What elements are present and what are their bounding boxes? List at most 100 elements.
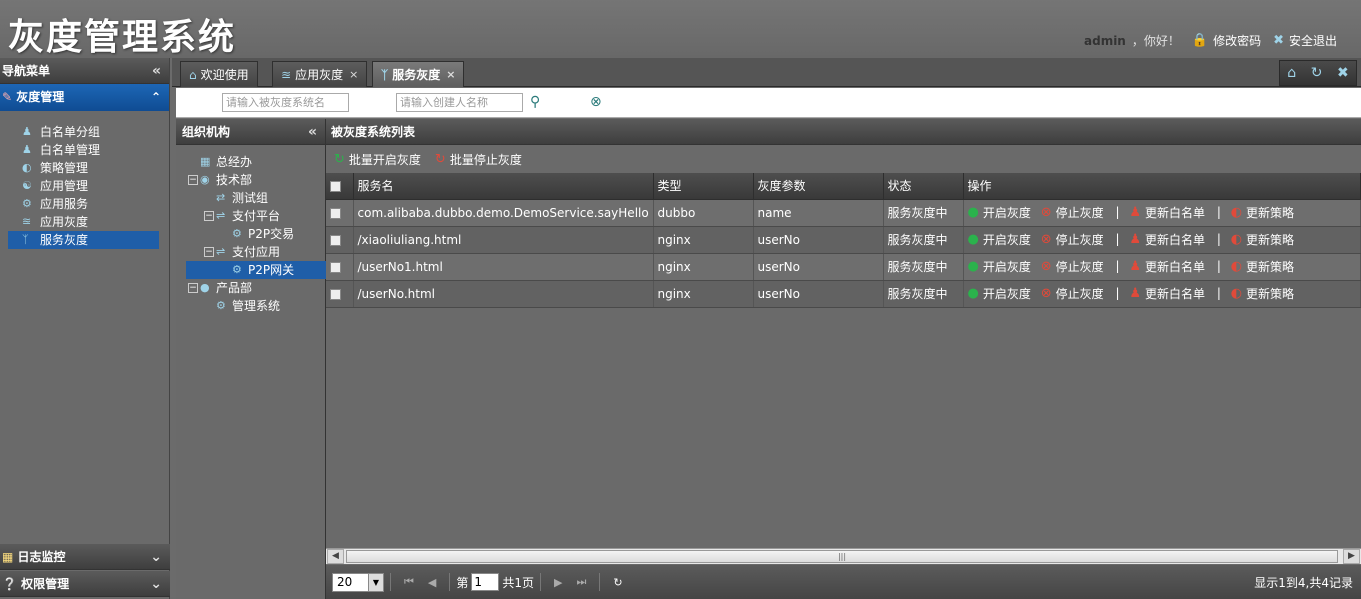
horizontal-scrollbar[interactable]: ◀ ||| ▶ xyxy=(326,548,1361,564)
divider xyxy=(599,573,601,591)
stop-gray-link[interactable]: ⊗ 停止灰度 xyxy=(1041,231,1104,248)
scroll-thumb[interactable]: ||| xyxy=(346,550,1338,563)
change-password-link[interactable]: 🔒 修改密码 xyxy=(1192,32,1261,49)
column-header[interactable]: 灰度参数 xyxy=(753,173,884,200)
stop-gray-link[interactable]: ⊗ 停止灰度 xyxy=(1041,285,1104,302)
nav-group-log-monitor[interactable]: ▦ 日志监控 ⌄ xyxy=(0,544,170,570)
sidebar-item-whitelist-group[interactable]: ♟ 白名单分组 xyxy=(8,123,159,141)
tree-node-selected[interactable]: ⚙ P2P网关 xyxy=(186,261,326,279)
wrench-icon: ✎ xyxy=(2,90,13,104)
row-select[interactable] xyxy=(326,199,354,227)
collapse-left-icon[interactable]: « xyxy=(308,119,317,145)
tree-node[interactable]: − ⇌ 支付平台 xyxy=(186,207,325,225)
chevron-down-icon[interactable]: ▼ xyxy=(368,573,383,591)
row-checkbox[interactable] xyxy=(330,261,341,273)
sidebar-item-strategy[interactable]: ◐ 策略管理 xyxy=(8,159,159,177)
prev-page-icon[interactable]: ◀ xyxy=(428,576,436,589)
tree-node[interactable]: ⇄ 测试组 xyxy=(186,189,325,207)
row-checkbox[interactable] xyxy=(330,234,341,246)
column-header[interactable]: 类型 xyxy=(653,173,754,200)
column-header[interactable]: 操作 xyxy=(963,173,1361,200)
update-strategy-link[interactable]: ◐ 更新策略 xyxy=(1231,204,1294,221)
logout-link[interactable]: ✖ 安全退出 xyxy=(1273,32,1337,49)
sidebar-item-app-management[interactable]: ☯ 应用管理 xyxy=(8,177,159,195)
scroll-left-icon[interactable]: ◀ xyxy=(327,549,344,564)
op-label: 开启灰度 xyxy=(982,206,1031,220)
select-all-checkbox[interactable] xyxy=(330,180,341,192)
row-select[interactable] xyxy=(326,253,354,281)
creator-name-input[interactable]: 请输入创建人名称 xyxy=(396,93,523,112)
home-icon[interactable]: ⌂ xyxy=(1287,65,1296,81)
update-strategy-link[interactable]: ◐ 更新策略 xyxy=(1231,285,1294,302)
chevron-up-icon[interactable]: ⌃ xyxy=(151,84,161,111)
update-whitelist-link[interactable]: ♟ 更新白名单 xyxy=(1129,285,1205,302)
stop-gray-link[interactable]: ⊗ 停止灰度 xyxy=(1041,258,1104,275)
column-header[interactable]: 服务名 xyxy=(353,173,654,200)
collapse-toggle[interactable]: − xyxy=(204,247,214,257)
tree-node[interactable]: − ● 产品部 xyxy=(186,279,325,297)
sidebar-item-app-service[interactable]: ⚙ 应用服务 xyxy=(8,195,159,213)
page-size-select[interactable]: 20 ▼ xyxy=(332,572,384,592)
close-all-icon[interactable]: ✖ xyxy=(1337,65,1349,81)
start-gray-link[interactable]: ● 开启灰度 xyxy=(968,258,1031,275)
start-gray-link[interactable]: ● 开启灰度 xyxy=(968,285,1031,302)
tree-node[interactable]: − ⇌ 支付应用 xyxy=(186,243,325,261)
nav-group-gray-management[interactable]: ✎ 灰度管理 ⌃ xyxy=(0,84,169,111)
sidebar-item-whitelist[interactable]: ♟ 白名单管理 xyxy=(8,141,159,159)
tree-node[interactable]: ⚙ 管理系统 xyxy=(186,297,325,315)
table-row[interactable]: com.alibaba.dubbo.demo.DemoService.sayHe… xyxy=(326,199,1361,227)
table-row[interactable]: /userNo1.html nginx userNo 服务灰度中 ● 开启灰度 ⊗… xyxy=(326,253,1361,281)
update-whitelist-link[interactable]: ♟ 更新白名单 xyxy=(1129,231,1205,248)
stop-gray-link[interactable]: ⊗ 停止灰度 xyxy=(1041,204,1104,221)
tab-welcome[interactable]: ⌂ 欢迎使用 xyxy=(180,61,258,87)
collapse-left-icon[interactable]: « xyxy=(152,58,161,84)
tree-node[interactable]: ▦ 总经办 xyxy=(186,153,325,171)
last-page-icon[interactable]: ⏭ xyxy=(577,575,587,589)
chevron-down-icon[interactable]: ⌄ xyxy=(150,571,162,597)
start-gray-link[interactable]: ● 开启灰度 xyxy=(968,231,1031,248)
refresh-icon[interactable]: ↻ xyxy=(613,576,622,589)
sidebar-item-service-gray[interactable]: ᛉ 服务灰度 xyxy=(8,231,159,249)
tab-service-gray[interactable]: ᛉ 服务灰度 × xyxy=(372,61,465,87)
sidebar-item-label: 白名单管理 xyxy=(40,143,101,157)
header: 灰度管理系统 admin ，你好！ 🔒 修改密码 ✖ 安全退出 xyxy=(0,0,1361,58)
close-icon[interactable]: × xyxy=(349,63,358,87)
close-icon[interactable]: × xyxy=(446,63,455,87)
update-strategy-link[interactable]: ◐ 更新策略 xyxy=(1231,258,1294,275)
tree-node[interactable]: − ◉ 技术部 xyxy=(186,171,325,189)
row-checkbox[interactable] xyxy=(330,288,341,300)
people-icon: ♟ xyxy=(1129,232,1141,247)
chevron-down-icon[interactable]: ⌄ xyxy=(150,544,162,570)
nav-group-permission[interactable]: ❔ 权限管理 ⌄ xyxy=(0,571,170,597)
system-name-input[interactable]: 请输入被灰度系统名 xyxy=(222,93,349,112)
update-whitelist-link[interactable]: ♟ 更新白名单 xyxy=(1129,258,1205,275)
table-row[interactable]: /xiaoliuliang.html nginx userNo 服务灰度中 ● 开… xyxy=(326,226,1361,254)
table-row[interactable]: /userNo.html nginx userNo 服务灰度中 ● 开启灰度 ⊗ 停… xyxy=(326,280,1361,308)
scroll-right-icon[interactable]: ▶ xyxy=(1343,549,1360,564)
column-header[interactable]: 状态 xyxy=(883,173,964,200)
tab-app-gray[interactable]: ≊ 应用灰度 × xyxy=(272,61,368,87)
next-page-icon[interactable]: ▶ xyxy=(554,576,562,589)
page-number-input[interactable]: 1 xyxy=(471,573,500,591)
refresh-icon[interactable]: ↻ xyxy=(1311,65,1323,81)
bluetooth-icon: ᛉ xyxy=(22,233,29,246)
row-select[interactable] xyxy=(326,226,354,254)
reset-icon[interactable]: ⊗ xyxy=(590,94,602,110)
start-gray-link[interactable]: ● 开启灰度 xyxy=(968,204,1031,221)
sidebar-item-app-gray[interactable]: ≊ 应用灰度 xyxy=(8,213,159,231)
first-page-icon[interactable]: ⏮ xyxy=(404,575,414,589)
batch-stop-button[interactable]: ↻ 批量停止灰度 xyxy=(435,151,522,168)
tree-node[interactable]: ⚙ P2P交易 xyxy=(186,225,325,243)
update-strategy-link[interactable]: ◐ 更新策略 xyxy=(1231,231,1294,248)
batch-start-button[interactable]: ↻ 批量开启灰度 xyxy=(334,151,421,168)
collapse-toggle[interactable]: − xyxy=(188,175,198,185)
select-all-cell[interactable] xyxy=(326,173,354,200)
update-whitelist-link[interactable]: ♟ 更新白名单 xyxy=(1129,204,1205,221)
collapse-toggle[interactable]: − xyxy=(188,283,198,293)
row-checkbox[interactable] xyxy=(330,207,341,219)
search-icon[interactable]: ⚲ xyxy=(530,94,540,110)
separator: | xyxy=(1216,259,1221,273)
org-header: 组织机构 « xyxy=(176,119,325,145)
row-select[interactable] xyxy=(326,280,354,308)
collapse-toggle[interactable]: − xyxy=(204,211,214,221)
